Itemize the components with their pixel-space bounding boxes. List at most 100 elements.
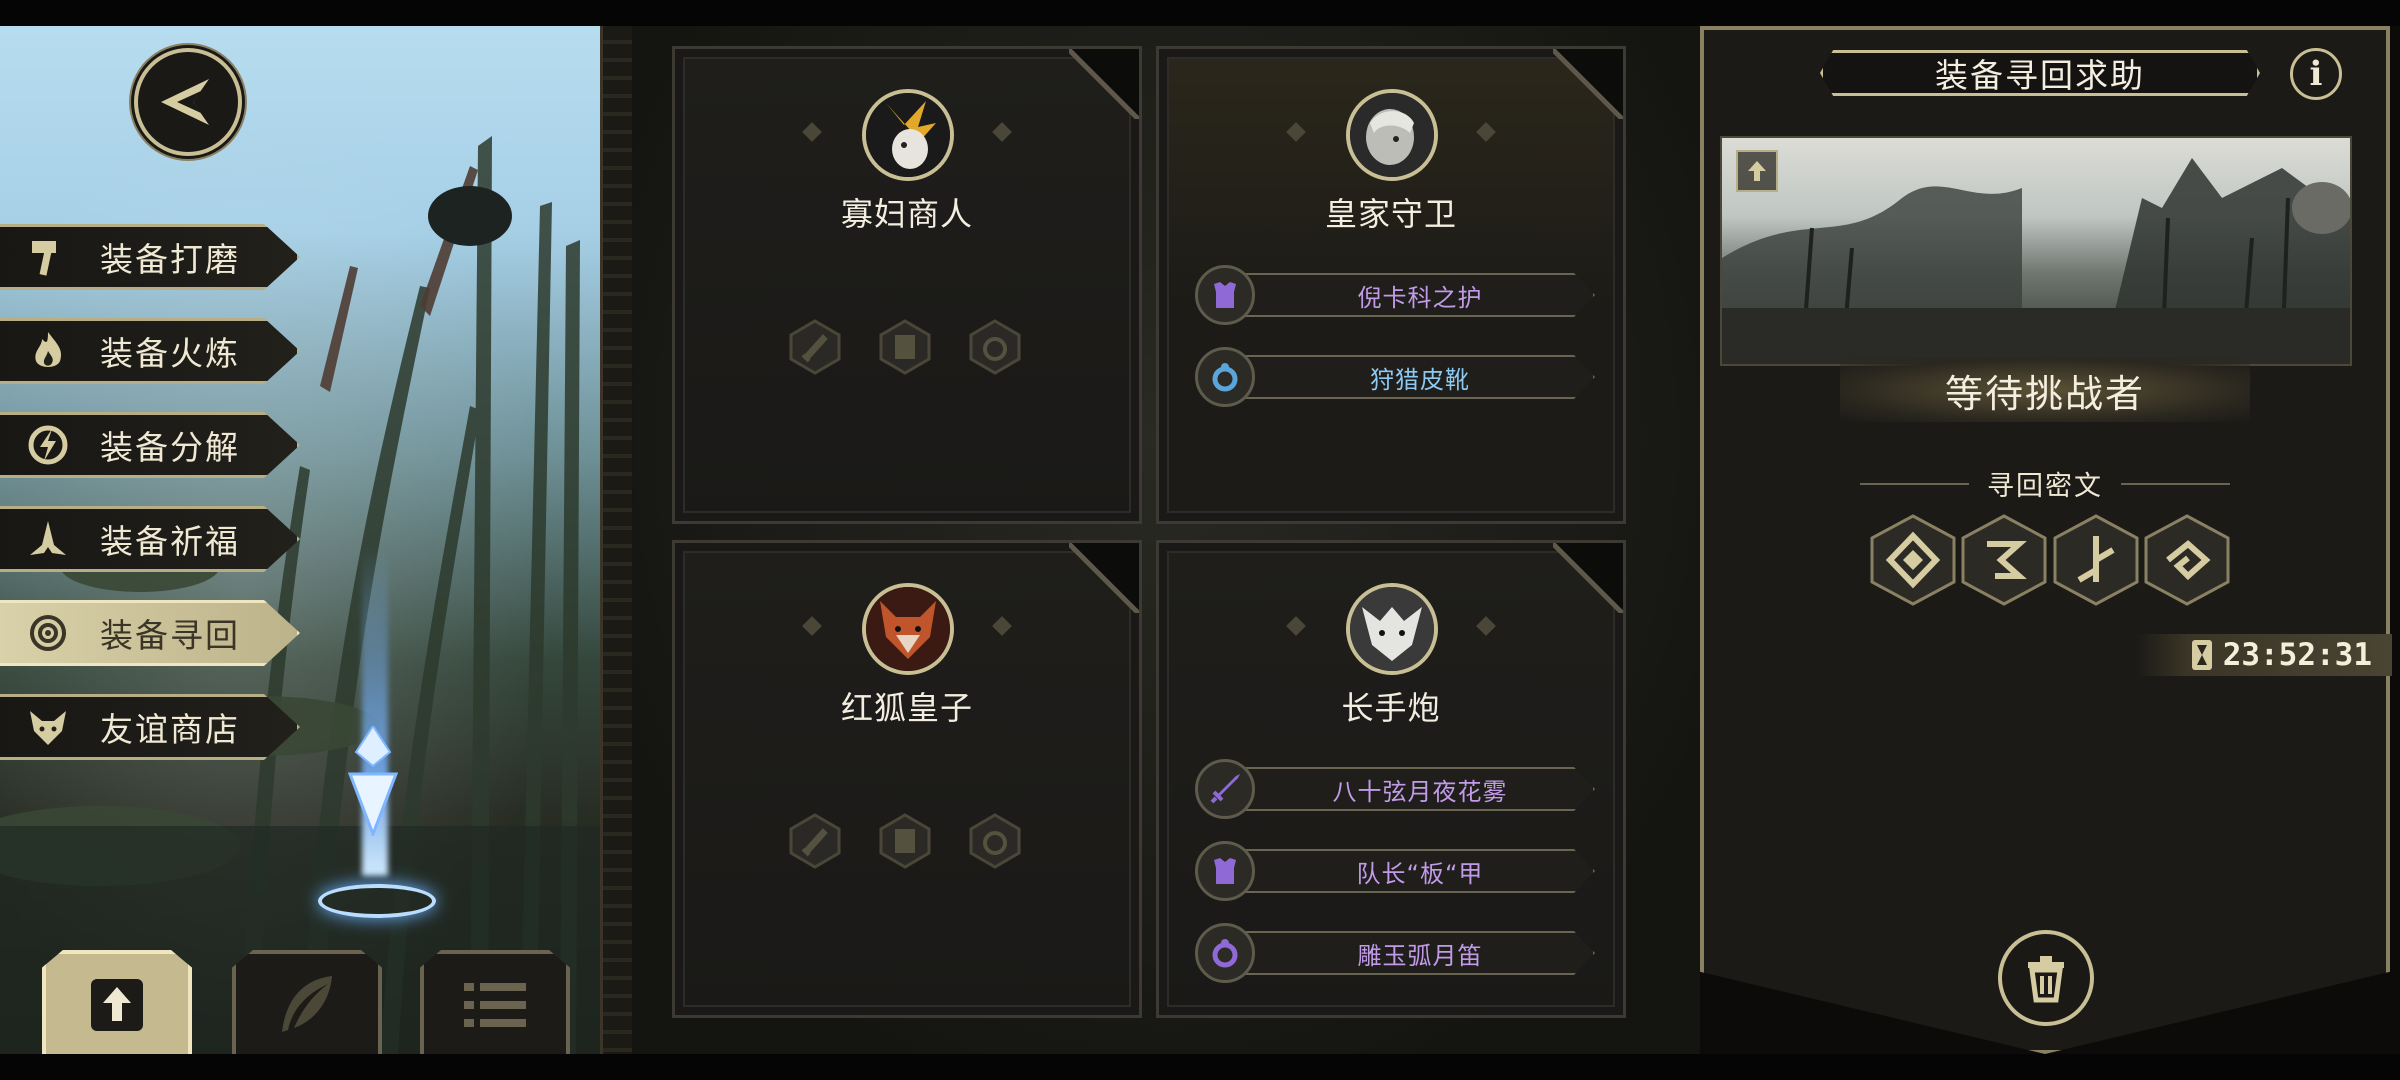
countdown-timer: 23:52:31 (2136, 634, 2392, 676)
glow-ring (318, 884, 436, 918)
ring-slot-icon (969, 319, 1021, 375)
trash-icon (2028, 956, 2064, 1003)
menu-item-label: 友谊商店 (100, 710, 240, 749)
arena-scenery (1722, 158, 2350, 364)
empty-slot (877, 319, 933, 375)
battle-preview (1720, 136, 2352, 366)
rune-hook-icon[interactable] (2144, 514, 2230, 606)
avatar (862, 583, 954, 675)
upload-button[interactable] (42, 950, 192, 1060)
equipment-name: 倪卡科之护 (1245, 273, 1595, 317)
target-icon (22, 607, 74, 659)
ally-card[interactable]: 长手炮 八十弦月夜花雾 队长“板“甲 雕玉弧月笛 (1156, 540, 1626, 1018)
ornament-diamond (802, 122, 822, 142)
card-corner-fold (1069, 49, 1139, 119)
quill-button[interactable] (232, 950, 382, 1060)
avatar (1346, 89, 1438, 181)
rune-branch-icon[interactable] (2053, 514, 2139, 606)
top-letterbox (0, 0, 2400, 26)
ornament-diamond (992, 616, 1012, 636)
arrow-left-icon (161, 79, 209, 125)
upload-icon (91, 979, 143, 1031)
menu-item-label: 装备祈福 (100, 522, 240, 561)
delete-button[interactable] (1998, 930, 2094, 1026)
rune-serpent-icon[interactable] (1961, 514, 2047, 606)
empty-slot (787, 319, 843, 375)
equipment-row[interactable]: 倪卡科之护 (1195, 265, 1595, 325)
crystal-marker-icon (347, 726, 399, 836)
cipher-title: 寻回密文 (1987, 471, 2103, 502)
armor-icon (1195, 841, 1255, 901)
menu-item-friend-shop[interactable]: 友谊商店 (0, 694, 300, 760)
ally-card[interactable]: 寡妇商人 (672, 46, 1142, 524)
ornament-diamond (802, 616, 822, 636)
menu-item-label: 装备火炼 (100, 334, 240, 373)
sword-slot-icon (789, 813, 841, 869)
ornament-diamond (1286, 122, 1306, 142)
card-corner-fold (1069, 543, 1139, 613)
menu-item-polish[interactable]: 装备打磨 (0, 224, 300, 290)
list-icon (464, 983, 526, 1027)
equipment-row[interactable]: 八十弦月夜花雾 (1195, 759, 1595, 819)
avatar (1346, 583, 1438, 675)
equipment-name: 八十弦月夜花雾 (1245, 767, 1595, 811)
menu-item-label: 装备分解 (100, 428, 240, 467)
timer-value: 23:52:31 (2222, 637, 2372, 673)
list-button[interactable] (420, 950, 570, 1060)
ally-name: 皇家守卫 (1324, 195, 1457, 233)
ally-name: 长手炮 (1341, 689, 1441, 727)
sword-slot-icon (789, 319, 841, 375)
equipment-row[interactable]: 雕玉弧月笛 (1195, 923, 1595, 983)
shatter-icon (22, 419, 74, 471)
equipment-row[interactable]: 狩猎皮靴 (1195, 347, 1595, 407)
avatar (862, 89, 954, 181)
cipher-header: 寻回密文 (1860, 464, 2230, 503)
hourglass-icon (2191, 640, 2212, 670)
armor-slot-icon (879, 319, 931, 375)
flame-icon (22, 325, 74, 377)
ornament-diamond (992, 122, 1012, 142)
praying-hands-icon (22, 513, 74, 565)
ornament-diamond (1476, 616, 1496, 636)
back-button[interactable] (134, 48, 242, 156)
equipment-name: 雕玉弧月笛 (1245, 931, 1595, 975)
empty-slot (967, 813, 1023, 869)
divider (1860, 482, 1969, 485)
equipment-name: 队长“板“甲 (1245, 849, 1595, 893)
rune-diamond-icon[interactable] (1870, 514, 1956, 606)
bottom-letterbox (0, 1054, 2400, 1080)
ally-card[interactable]: 皇家守卫 倪卡科之护 狩猎皮靴 (1156, 46, 1626, 524)
empty-slot (967, 319, 1023, 375)
ring-icon (1195, 347, 1255, 407)
panel-title: 装备寻回求助 (1820, 50, 2260, 96)
card-corner-fold (1553, 49, 1623, 119)
empty-slot (787, 813, 843, 869)
menu-item-label: 装备寻回 (100, 616, 240, 655)
armor-slot-icon (879, 813, 931, 869)
armor-icon (1195, 265, 1255, 325)
hammer-icon (22, 231, 74, 283)
menu-item-bless[interactable]: 装备祈福 (0, 506, 300, 572)
menu-item-label: 装备打磨 (100, 240, 240, 279)
card-corner-fold (1553, 543, 1623, 613)
status-banner: 等待挑战者 (1840, 358, 2250, 422)
divider (2121, 482, 2230, 485)
ring-icon (1195, 923, 1255, 983)
menu-item-dismantle[interactable]: 装备分解 (0, 412, 300, 478)
ally-name: 红狐皇子 (840, 689, 973, 727)
sword-icon (1195, 759, 1255, 819)
menu-item-retrieve[interactable]: 装备寻回 (0, 600, 300, 666)
ally-name: 寡妇商人 (840, 195, 973, 233)
cipher-runes (1870, 514, 2230, 610)
ally-board: 寡妇商人 皇家守卫 倪卡科之护 狩猎皮靴 红狐皇子 长手炮 八十弦月夜花雾 队长… (632, 26, 1700, 1054)
fox-icon (22, 701, 74, 753)
share-button[interactable] (1736, 150, 1778, 192)
info-button[interactable]: i (2290, 48, 2342, 100)
ornament-diamond (1476, 122, 1496, 142)
menu-item-forge[interactable]: 装备火炼 (0, 318, 300, 384)
ally-card[interactable]: 红狐皇子 (672, 540, 1142, 1018)
upload-icon (1748, 161, 1766, 181)
equipment-name: 狩猎皮靴 (1245, 355, 1595, 399)
ring-slot-icon (969, 813, 1021, 869)
equipment-row[interactable]: 队长“板“甲 (1195, 841, 1595, 901)
